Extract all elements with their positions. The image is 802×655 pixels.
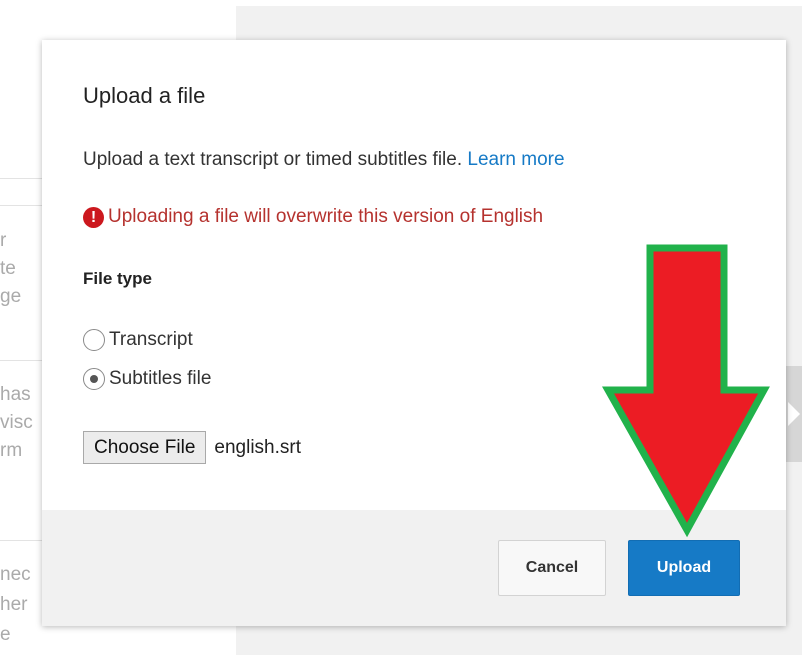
radio-label[interactable]: Subtitles file <box>109 368 211 390</box>
background-text-fragment: her <box>0 594 28 615</box>
dialog-title: Upload a file <box>83 83 206 108</box>
dialog-description: Upload a text transcript or timed subtit… <box>83 149 565 171</box>
upload-button[interactable]: Upload <box>628 540 740 596</box>
background-text-fragment: rm <box>0 440 23 461</box>
selected-file-name: english.srt <box>214 436 301 458</box>
description-text: Upload a text transcript or timed subtit… <box>83 149 463 170</box>
file-picker: Choose File english.srt <box>83 431 301 464</box>
background-page-top <box>0 0 802 6</box>
cancel-button[interactable]: Cancel <box>498 540 606 596</box>
file-type-label: File type <box>83 269 152 288</box>
background-text-fragment: ge <box>0 286 22 307</box>
background-text-fragment: has <box>0 384 31 405</box>
background-text-fragment: e <box>0 624 11 645</box>
radio-button[interactable] <box>83 329 105 351</box>
background-text-fragment: visc <box>0 412 33 433</box>
radio-option-subtitles[interactable]: Subtitles file <box>83 366 211 392</box>
learn-more-link[interactable]: Learn more <box>467 149 564 170</box>
radio-label[interactable]: Transcript <box>109 329 193 351</box>
radio-option-transcript[interactable]: Transcript <box>83 327 193 353</box>
warning-text: Uploading a file will overwrite this ver… <box>108 206 544 227</box>
down-arrow-annotation-icon <box>602 244 770 538</box>
radio-button-checked[interactable] <box>83 368 105 390</box>
choose-file-button[interactable]: Choose File <box>83 431 207 464</box>
warning-icon: ! <box>83 206 104 228</box>
background-text-fragment: r <box>0 230 7 251</box>
background-text-fragment: te <box>0 258 16 279</box>
background-text-fragment: nec <box>0 564 31 585</box>
overwrite-warning: ! Uploading a file will overwrite this v… <box>83 206 543 228</box>
